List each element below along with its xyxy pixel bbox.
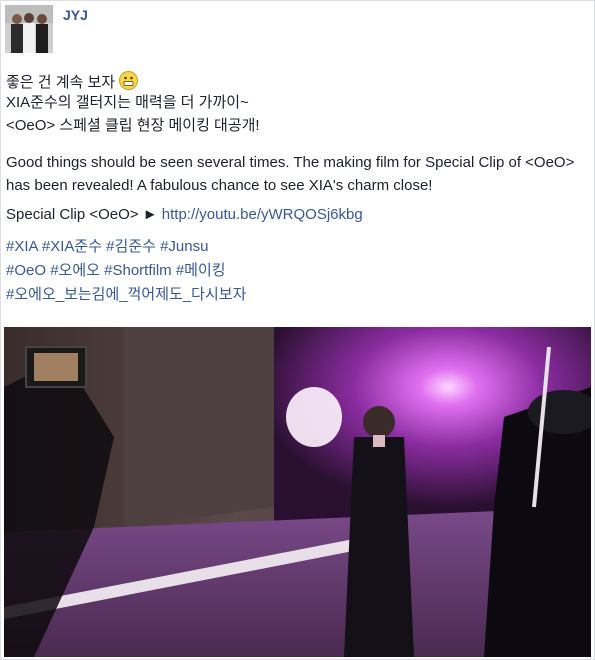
hashtag-row: #XIA #XIA준수 #김준수 #Junsu [6, 235, 246, 259]
hashtag[interactable]: #XIA [6, 238, 38, 255]
post-card: JYJ 좋은 건 계속 보자 XIA준수의 갤터지는 매력을 더 가까이~ <O… [0, 0, 595, 660]
hashtag-row: #오에오_보는김에_꺽어제도_다시보자 [6, 283, 246, 307]
hashtag-row: #OeO #오에오 #Shortfilm #메이킹 [6, 259, 246, 283]
author-name[interactable]: JYJ [63, 7, 88, 23]
grinning-face-icon [119, 71, 139, 90]
post-line-2: XIA준수의 갤터지는 매력을 더 가까이~ [6, 94, 249, 111]
avatar-image [5, 5, 53, 53]
hashtag[interactable]: #김준수 [106, 238, 156, 255]
hashtag[interactable]: #오에오 [50, 262, 100, 279]
post-line-3: <OeO> 스페셜 클립 현장 메이킹 대공개! [6, 117, 260, 134]
hashtags: #XIA #XIA준수 #김준수 #Junsu #OeO #오에오 #Short… [6, 235, 246, 307]
hashtag[interactable]: #XIA준수 [42, 238, 102, 255]
hashtag[interactable]: #Junsu [160, 238, 208, 255]
avatar[interactable] [5, 5, 53, 53]
post-line-1-text: 좋은 건 계속 보자 [6, 74, 116, 91]
youtube-link[interactable]: http://youtu.be/yWRQOSj6kbg [162, 206, 363, 223]
hashtag[interactable]: #OeO [6, 262, 46, 279]
post-english-text: Good things should be seen several times… [6, 154, 575, 194]
clip-line: Special Clip <OeO> ► http://youtu.be/yWR… [6, 206, 363, 223]
hashtag[interactable]: #오에오_보는김에_꺽어제도_다시보자 [6, 286, 246, 303]
post-line-1: 좋은 건 계속 보자 [6, 71, 139, 93]
clip-prefix: Special Clip <OeO> ► [6, 206, 158, 223]
hashtag[interactable]: #메이킹 [176, 262, 226, 279]
photo-scene [4, 327, 591, 657]
hashtag[interactable]: #Shortfilm [104, 262, 172, 279]
post-photo[interactable] [4, 327, 591, 657]
